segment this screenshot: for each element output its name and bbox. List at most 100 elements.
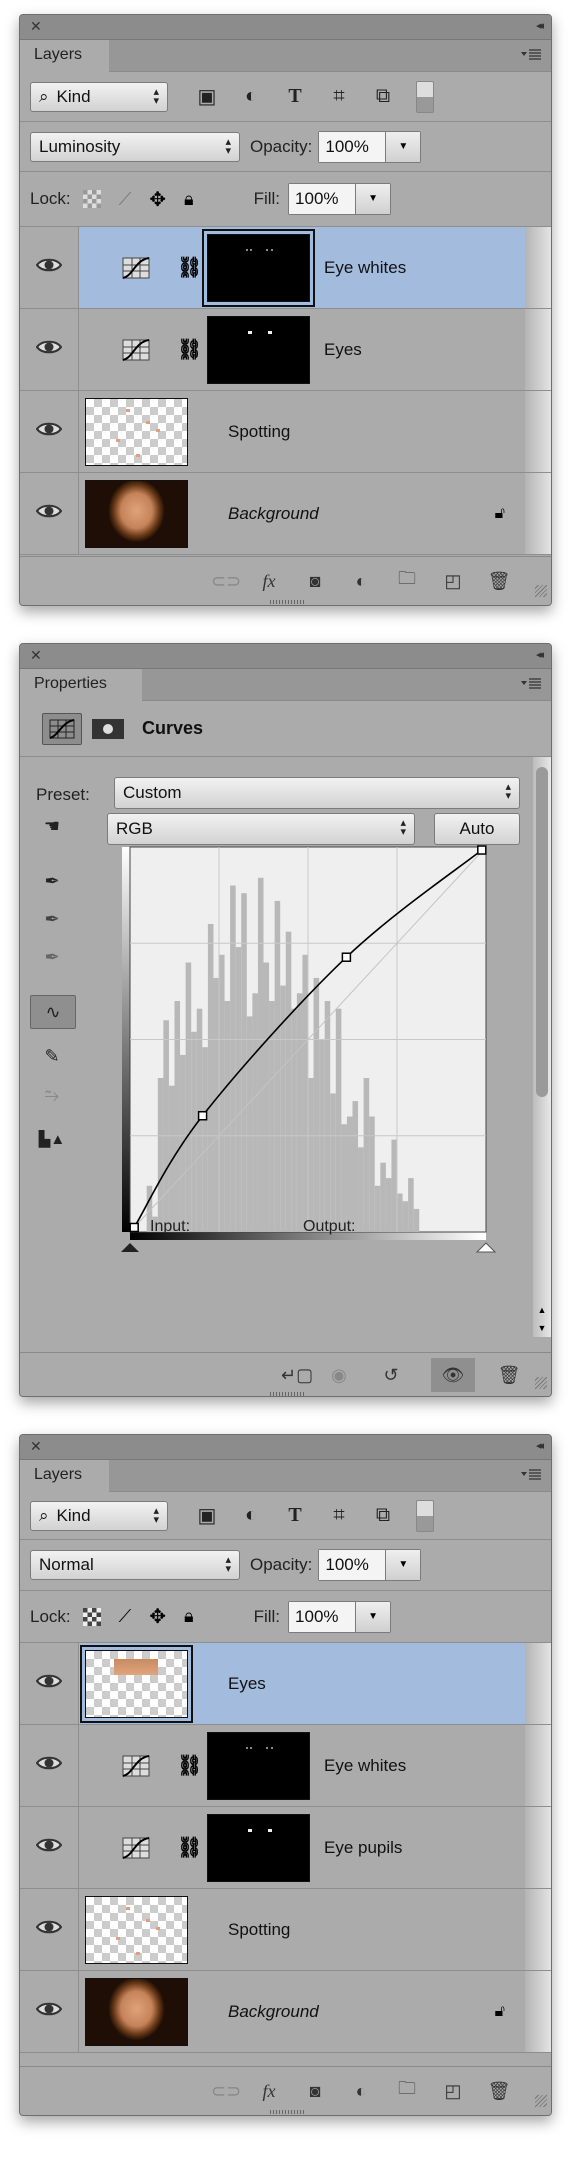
- close-icon[interactable]: ✕: [30, 647, 42, 664]
- curve-control-point[interactable]: [129, 1222, 139, 1233]
- opacity-dropdown-icon[interactable]: ▼: [385, 131, 421, 162]
- eye-icon[interactable]: [35, 257, 63, 278]
- pencil-draw-tool-icon[interactable]: ✎: [32, 1042, 72, 1070]
- view-previous-state-icon[interactable]: ◉: [327, 1365, 351, 1386]
- opacity-field[interactable]: 100% ▼: [318, 130, 422, 163]
- link-layers-icon[interactable]: ⊂⊃: [211, 2081, 241, 2102]
- layer-row[interactable]: Spotting: [20, 1889, 551, 1971]
- opacity-value[interactable]: 100%: [319, 1550, 386, 1580]
- shape-filter-icon[interactable]: ⌗: [328, 1504, 350, 1527]
- lock-brush-icon[interactable]: ⟋: [119, 1606, 132, 1627]
- lock-transparent-icon[interactable]: [82, 1607, 101, 1626]
- new-layer-icon[interactable]: ◰: [441, 571, 465, 592]
- lock-move-icon[interactable]: ✥: [149, 187, 166, 212]
- type-filter-icon[interactable]: T: [284, 1504, 306, 1527]
- pixel-filter-icon[interactable]: ▣: [196, 86, 218, 108]
- tab-properties[interactable]: Properties: [20, 669, 142, 701]
- layer-content[interactable]: ⛓ Eye whites: [79, 1725, 525, 1806]
- eye-icon[interactable]: [35, 1755, 63, 1776]
- visibility-toggle[interactable]: [20, 1725, 79, 1806]
- black-point-slider[interactable]: [121, 1243, 139, 1252]
- smart-object-filter-icon[interactable]: ⧉: [372, 1504, 394, 1527]
- filter-toggle-switch[interactable]: [416, 1499, 434, 1532]
- layer-thumbnail[interactable]: [85, 397, 188, 466]
- auto-button[interactable]: Auto: [434, 813, 520, 845]
- layers-scroll-track[interactable]: [525, 473, 551, 554]
- layers-scroll-track[interactable]: [525, 1643, 551, 1724]
- channel-select[interactable]: RGB ▴ ▾: [107, 813, 415, 845]
- layer-row[interactable]: Background 🔓︎: [20, 473, 551, 555]
- curves-adjustment-icon[interactable]: [42, 712, 82, 745]
- layers-scroll-track[interactable]: [525, 1889, 551, 1970]
- fill-field[interactable]: 100% ▼: [288, 1600, 392, 1633]
- visibility-toggle[interactable]: [20, 1643, 79, 1724]
- eye-icon[interactable]: [35, 1673, 63, 1694]
- close-icon[interactable]: ✕: [30, 1438, 42, 1455]
- lock-all-icon[interactable]: 🔒︎: [184, 189, 194, 210]
- chain-link-icon[interactable]: ⛓: [177, 1753, 202, 1778]
- eye-icon[interactable]: [35, 1919, 63, 1940]
- blend-mode-select[interactable]: Normal ▴ ▾: [30, 1550, 240, 1580]
- layer-row[interactable]: Eyes: [20, 1643, 551, 1725]
- layer-content[interactable]: Eyes: [79, 1643, 525, 1724]
- toggle-visibility-eye-icon[interactable]: 👁︎: [431, 1358, 475, 1392]
- blend-mode-select[interactable]: Luminosity ▴ ▾: [30, 131, 240, 162]
- black-point-eyedropper-icon[interactable]: ✒: [32, 867, 72, 895]
- panel-menu-icon[interactable]: [521, 1469, 541, 1481]
- layer-row[interactable]: Background 🔓︎: [20, 1971, 551, 2053]
- visibility-toggle[interactable]: [20, 1971, 79, 2052]
- layers-scroll-track[interactable]: [525, 227, 551, 308]
- layer-content[interactable]: Spotting: [79, 391, 525, 472]
- opacity-value[interactable]: 100%: [319, 131, 386, 162]
- new-adjustment-layer-icon[interactable]: ◐: [349, 571, 373, 592]
- layers-scroll-track[interactable]: [525, 391, 551, 472]
- fill-dropdown-icon[interactable]: ▼: [355, 1601, 391, 1632]
- panel-resize-handle[interactable]: [270, 600, 304, 604]
- white-point-slider[interactable]: [475, 1242, 497, 1253]
- visibility-toggle[interactable]: [20, 309, 79, 390]
- new-adjustment-layer-icon[interactable]: ◐: [349, 2081, 373, 2102]
- mask-icon[interactable]: [92, 718, 124, 739]
- adjustment-filter-icon[interactable]: ◐: [240, 1504, 262, 1527]
- preset-select[interactable]: Custom ▴ ▾: [114, 777, 520, 809]
- fill-dropdown-icon[interactable]: ▼: [355, 184, 391, 214]
- layer-row[interactable]: ⛓ Eye whites: [20, 1725, 551, 1807]
- resize-grip-icon[interactable]: [535, 585, 547, 597]
- chain-link-icon[interactable]: ⛓: [177, 255, 202, 280]
- smooth-curve-icon[interactable]: ⥲: [32, 1081, 72, 1109]
- visibility-toggle[interactable]: [20, 1889, 79, 1970]
- gray-point-eyedropper-icon[interactable]: ✒: [32, 905, 72, 933]
- filter-kind-select[interactable]: ⌕ Kind ▴ ▾: [30, 81, 168, 112]
- new-group-folder-icon[interactable]: 🗀︎: [395, 566, 419, 596]
- eye-icon[interactable]: [35, 421, 63, 442]
- panel-menu-icon[interactable]: [521, 49, 541, 61]
- pixel-filter-icon[interactable]: ▣: [196, 1505, 218, 1527]
- lock-move-icon[interactable]: ✥: [149, 1604, 166, 1629]
- visibility-toggle[interactable]: [20, 473, 79, 554]
- curves-graph[interactable]: [100, 845, 500, 1265]
- eye-icon[interactable]: [35, 339, 63, 360]
- layer-style-fx-icon[interactable]: fx: [257, 571, 281, 592]
- clipping-warning-icon[interactable]: ▙▲: [32, 1125, 72, 1153]
- layer-mask-thumbnail[interactable]: [207, 315, 310, 384]
- delete-adjustment-trash-icon[interactable]: 🗑︎: [497, 1365, 521, 1386]
- scrollbar[interactable]: ▲ ▼: [533, 757, 551, 1337]
- resize-grip-icon[interactable]: [535, 1377, 547, 1389]
- visibility-toggle[interactable]: [20, 1807, 79, 1888]
- panel-resize-handle[interactable]: [270, 2110, 304, 2114]
- shape-filter-icon[interactable]: ⌗: [328, 85, 350, 108]
- scroll-down-icon[interactable]: ▼: [533, 1323, 551, 1333]
- link-layers-icon[interactable]: ⊂⊃: [211, 571, 241, 592]
- tab-layers[interactable]: Layers: [20, 40, 109, 72]
- curve-control-point[interactable]: [197, 1110, 208, 1121]
- scroll-up-icon[interactable]: ▲: [533, 1305, 551, 1315]
- layer-row[interactable]: ⛓ Eye whites: [20, 227, 551, 309]
- new-layer-icon[interactable]: ◰: [441, 2081, 465, 2102]
- layer-mask-thumbnail[interactable]: [207, 1813, 310, 1882]
- fill-value[interactable]: 100%: [289, 184, 356, 214]
- tab-layers[interactable]: Layers: [20, 1460, 109, 1492]
- opacity-dropdown-icon[interactable]: ▼: [385, 1550, 421, 1580]
- panel-resize-handle[interactable]: [270, 1392, 304, 1396]
- layer-style-fx-icon[interactable]: fx: [257, 2081, 281, 2102]
- opacity-field[interactable]: 100% ▼: [318, 1549, 422, 1581]
